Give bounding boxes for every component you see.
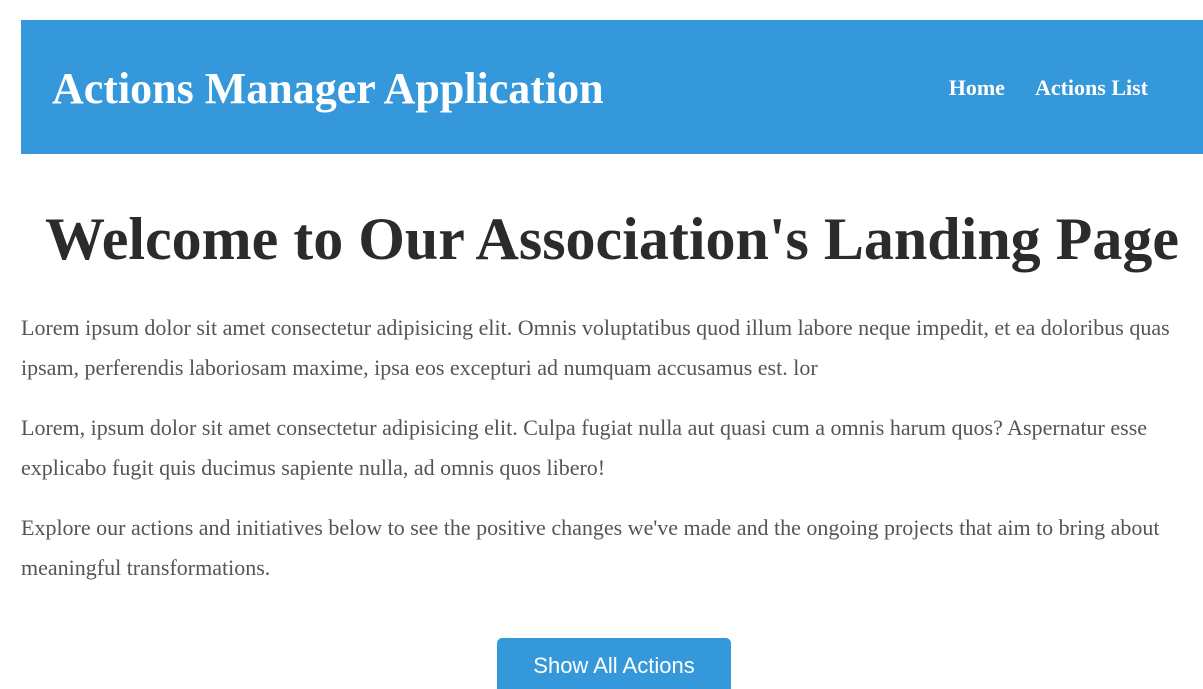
intro-content: Lorem ipsum dolor sit amet consectetur a… [21,308,1203,608]
nav-link-home[interactable]: Home [949,75,1005,101]
app-title: Actions Manager Application [52,64,604,113]
page-title: Welcome to Our Association's Landing Pag… [45,206,1179,272]
show-all-actions-button[interactable]: Show All Actions [497,638,731,689]
app-header: Actions Manager Application Home Actions… [21,20,1203,154]
intro-paragraph: Lorem ipsum dolor sit amet consectetur a… [21,315,1170,380]
intro-paragraph: Explore our actions and initiatives belo… [21,515,1160,580]
nav-link-actions-list[interactable]: Actions List [1035,75,1148,101]
main-nav: Home Actions List [949,75,1148,101]
intro-paragraph: Lorem, ipsum dolor sit amet consectetur … [21,415,1148,480]
